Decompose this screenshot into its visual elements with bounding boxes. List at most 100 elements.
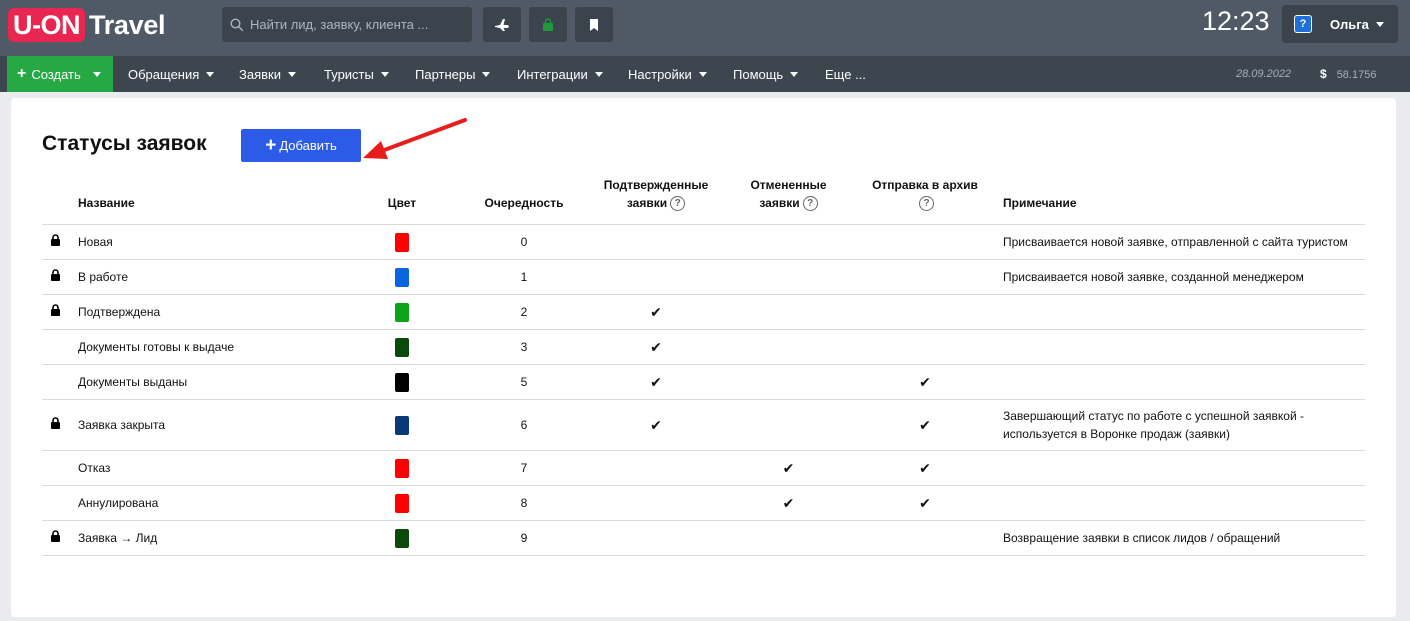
status-order: 3 bbox=[458, 329, 590, 365]
table-row[interactable]: В работе 1 Присваивается новой заявке, соз… bbox=[42, 259, 1365, 295]
nav-item-tourists[interactable]: Туристы bbox=[324, 56, 389, 92]
nav-label: Заявки bbox=[239, 66, 281, 82]
question-icon[interactable]: ? bbox=[802, 196, 818, 212]
lock-icon bbox=[50, 530, 61, 545]
check-icon: ✔ bbox=[919, 416, 931, 433]
nav-label: Партнеры bbox=[415, 66, 476, 82]
table-row[interactable]: Документы выданы 5 ✔ ✔ bbox=[42, 364, 1365, 400]
status-order: 2 bbox=[458, 294, 590, 330]
table-row[interactable]: Заявка → Лид 9 Возвращение заявки в список… bbox=[42, 520, 1365, 556]
app-logo[interactable]: U-ON Travel bbox=[8, 8, 166, 42]
nav-item-integrations[interactable]: Интеграции bbox=[517, 56, 603, 92]
nav-label: Обращения bbox=[128, 66, 200, 82]
nav-item-partners[interactable]: Партнеры bbox=[415, 56, 491, 92]
status-name[interactable]: Подтверждена bbox=[78, 294, 346, 330]
current-date: 28.09.2022 bbox=[1236, 68, 1292, 80]
add-status-button[interactable]: + Добавить bbox=[241, 129, 361, 162]
chevron-down-icon bbox=[594, 72, 603, 77]
status-color-swatch bbox=[395, 372, 409, 392]
nav-item-more[interactable]: Еще ... bbox=[825, 56, 866, 92]
chevron-down-icon bbox=[92, 72, 101, 77]
lock-icon bbox=[50, 234, 61, 249]
plus-icon: + bbox=[17, 65, 27, 82]
bag-icon bbox=[543, 17, 553, 31]
status-order: 8 bbox=[458, 485, 590, 521]
table-row[interactable]: Документы готовы к выдаче 3 ✔ bbox=[42, 329, 1365, 365]
status-color-swatch bbox=[395, 232, 409, 252]
check-icon: ✔ bbox=[919, 459, 931, 476]
nav-item-help[interactable]: Помощь bbox=[733, 56, 799, 92]
col-cancelled: Отмененные заявки? bbox=[722, 176, 855, 225]
statuses-table: Название Цвет Очередность Подтвержденные… bbox=[42, 176, 1365, 556]
status-color-swatch bbox=[395, 415, 409, 435]
chevron-down-icon bbox=[482, 72, 491, 77]
chevron-down-icon bbox=[287, 72, 296, 77]
question-icon[interactable]: ? bbox=[670, 196, 686, 212]
tours-button[interactable] bbox=[529, 7, 567, 42]
status-name[interactable]: Отказ bbox=[78, 450, 346, 486]
lock-icon bbox=[50, 304, 61, 319]
status-note: Завершающий статус по работе с успешной … bbox=[995, 399, 1365, 451]
status-color-swatch bbox=[395, 267, 409, 287]
status-name[interactable]: В работе bbox=[78, 259, 346, 295]
status-note bbox=[995, 294, 1365, 330]
global-search[interactable] bbox=[222, 7, 472, 42]
user-menu[interactable]: ? Ольга bbox=[1282, 5, 1398, 43]
search-icon bbox=[230, 17, 244, 31]
table-row[interactable]: Отказ 7 ✔ ✔ bbox=[42, 450, 1365, 486]
status-order: 5 bbox=[458, 364, 590, 400]
status-note bbox=[995, 329, 1365, 365]
nav-label: Еще ... bbox=[825, 66, 866, 82]
question-icon[interactable]: ? bbox=[919, 196, 934, 212]
col-color: Цвет bbox=[346, 176, 458, 225]
table-row[interactable]: Аннулирована 8 ✔ ✔ bbox=[42, 485, 1365, 521]
table-row[interactable]: Заявка закрыта 6 ✔ ✔ Завершающий статус по р… bbox=[42, 399, 1365, 451]
status-name[interactable]: Документы готовы к выдаче bbox=[78, 329, 346, 365]
check-icon: ✔ bbox=[919, 373, 931, 390]
status-note bbox=[995, 364, 1365, 400]
create-button[interactable]: + Создать bbox=[7, 56, 113, 92]
status-color-swatch bbox=[395, 458, 409, 478]
status-note bbox=[995, 450, 1365, 486]
status-order: 1 bbox=[458, 259, 590, 295]
col-name: Название bbox=[78, 176, 346, 225]
top-header: U-ON Travel 12:23 ? Ольга bbox=[0, 0, 1410, 56]
exchange-rate[interactable]: $58.1756 bbox=[1320, 56, 1376, 92]
table-row[interactable]: Подтверждена 2 ✔ bbox=[42, 294, 1365, 330]
bookmarks-button[interactable] bbox=[575, 7, 613, 42]
nav-item-orders[interactable]: Заявки bbox=[239, 56, 296, 92]
page-title: Статусы заявок bbox=[42, 132, 207, 155]
col-cancelled-line2: заявки bbox=[759, 196, 800, 210]
rate-value: 58.1756 bbox=[1336, 69, 1377, 81]
check-icon: ✔ bbox=[782, 459, 795, 476]
lock-icon bbox=[50, 417, 61, 432]
status-order: 7 bbox=[458, 450, 590, 486]
main-nav: + Создать Обращения Заявки Туристы Партн… bbox=[0, 56, 1410, 92]
table-row[interactable]: Новая 0 Присваивается новой заявке, отправ… bbox=[42, 224, 1365, 260]
col-archive: Отправка в архив ? bbox=[855, 176, 995, 225]
status-name[interactable]: Документы выданы bbox=[78, 364, 346, 400]
status-note: Присваивается новой заявке, отправленной… bbox=[995, 224, 1365, 260]
search-input[interactable] bbox=[250, 17, 470, 32]
nav-item-requests[interactable]: Обращения bbox=[128, 56, 215, 92]
status-name[interactable]: Новая bbox=[78, 224, 346, 260]
flights-button[interactable] bbox=[483, 7, 521, 42]
status-note bbox=[995, 485, 1365, 521]
col-note: Примечание bbox=[995, 176, 1365, 225]
help-icon[interactable]: ? bbox=[1294, 15, 1312, 33]
table-header-row: Название Цвет Очередность Подтвержденные… bbox=[42, 176, 1365, 225]
status-order: 9 bbox=[458, 520, 590, 556]
nav-item-settings[interactable]: Настройки bbox=[628, 56, 707, 92]
chevron-down-icon bbox=[380, 72, 389, 77]
status-name[interactable]: Заявка закрыта bbox=[78, 399, 346, 451]
status-order: 0 bbox=[458, 224, 590, 260]
clock: 12:23 bbox=[1202, 6, 1270, 36]
add-label: Добавить bbox=[279, 138, 337, 153]
check-icon: ✔ bbox=[919, 494, 931, 511]
status-name[interactable]: Аннулирована bbox=[78, 485, 346, 521]
status-name[interactable]: Заявка → Лид bbox=[78, 520, 346, 556]
chevron-down-icon bbox=[790, 72, 799, 77]
check-icon: ✔ bbox=[650, 373, 662, 390]
col-order: Очередность bbox=[458, 176, 590, 225]
col-confirmed-line1: Подтвержденные bbox=[603, 178, 709, 192]
